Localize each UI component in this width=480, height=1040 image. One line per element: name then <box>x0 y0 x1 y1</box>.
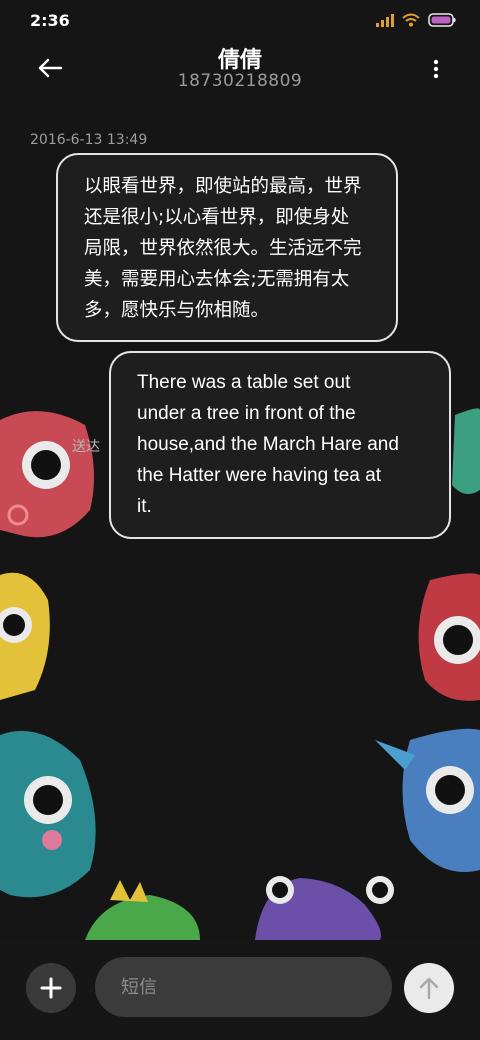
message-line: 美，需要用心去体会;无需拥有太 <box>84 269 350 290</box>
message-line: 以眼看世界，即使站的最高，世界 <box>84 176 362 197</box>
delivery-status: 送达 <box>72 439 100 455</box>
message-line: 多，愿快乐与你相随。 <box>84 300 270 321</box>
message-line: it. <box>137 496 152 517</box>
outgoing-message-bubble[interactable]: There was a table set out under a tree i… <box>109 351 451 539</box>
conversation-header: 倩倩 18730218809 <box>0 40 480 100</box>
contact-name: 倩倩 <box>217 48 262 73</box>
status-time: 2:36 <box>30 11 70 30</box>
message-line: 还是很小;以心看世界，即使身处 <box>84 207 350 228</box>
arrow-up-icon <box>419 977 439 1000</box>
message-line: There was a table set out <box>137 372 351 393</box>
battery-icon <box>428 13 456 27</box>
plus-icon <box>40 977 62 999</box>
incoming-message-bubble[interactable]: 以眼看世界，即使站的最高，世界 还是很小;以心看世界，即使身处 局限，世界依然很… <box>56 153 398 342</box>
signal-icon <box>376 13 394 27</box>
send-button[interactable] <box>404 963 454 1013</box>
more-vertical-icon <box>433 59 439 79</box>
add-attachment-button[interactable] <box>26 963 76 1013</box>
contact-number: 18730218809 <box>177 71 303 91</box>
status-icons <box>376 12 456 28</box>
message-line: 局限，世界依然很大。生活远不完 <box>84 238 362 259</box>
wifi-icon <box>402 13 420 27</box>
creature-green-right <box>452 408 480 494</box>
message-line: house,and the March Hare and <box>137 434 399 455</box>
message-line: under a tree in front of the <box>137 403 356 424</box>
message-timestamp: 2016-6-13 13:49 <box>30 132 148 148</box>
message-input[interactable] <box>95 957 392 1017</box>
creature-red-right <box>418 573 480 701</box>
composer-bar <box>0 940 480 1040</box>
more-options-button[interactable] <box>428 56 444 82</box>
creature-red <box>0 411 94 538</box>
message-line: the Hatter were having tea at <box>137 465 381 486</box>
status-bar: 2:36 <box>0 0 480 40</box>
